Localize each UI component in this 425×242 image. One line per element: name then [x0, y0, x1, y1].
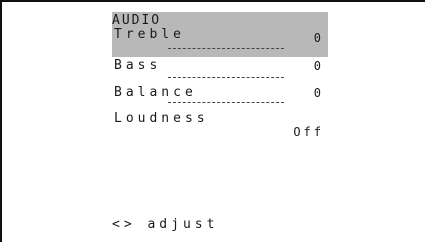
balance-level-bar — [168, 102, 284, 103]
menu-item-label: Bass — [114, 58, 162, 73]
menu-item-label: Loudness — [114, 111, 209, 126]
menu-item-value: 0 — [313, 86, 324, 100]
menu-item-loudness[interactable]: Loudness Off — [112, 111, 328, 143]
menu-item-label: Balance — [114, 85, 197, 100]
treble-level-bar — [168, 48, 284, 49]
bass-level-bar — [168, 77, 284, 78]
menu-title: AUDIO — [112, 13, 162, 28]
adjust-hint: <> adjust — [112, 217, 219, 232]
menu-item-value: 0 — [313, 31, 324, 45]
menu-item-bass[interactable]: Bass 0 — [112, 57, 328, 83]
menu-item-value: 0 — [313, 59, 324, 73]
menu-item-balance[interactable]: Balance 0 — [112, 83, 328, 111]
menu-item-value: Off — [293, 125, 324, 139]
menu-item-label: Treble — [114, 27, 185, 42]
